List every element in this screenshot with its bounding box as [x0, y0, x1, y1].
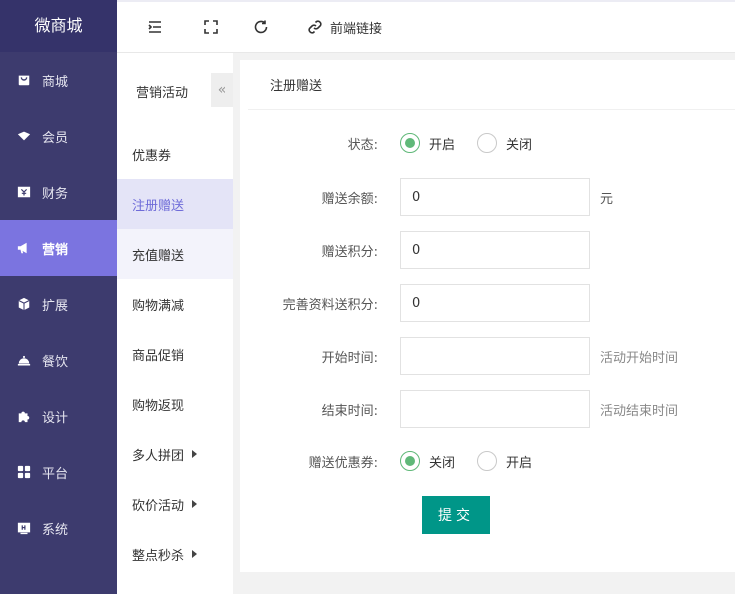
subnav-item-label: 整点秒杀 [132, 548, 185, 564]
status-row: 状态: 开启 关闭 [240, 133, 554, 153]
indent-icon [148, 21, 161, 33]
radio-label: 关闭 [506, 137, 533, 153]
sidebar-item-platform[interactable]: 平台 [0, 444, 117, 500]
radio-label: 关闭 [429, 455, 456, 471]
menu-toggle-button[interactable] [117, 1, 193, 53]
fullscreen-button[interactable] [193, 1, 229, 53]
system-icon [17, 521, 31, 535]
subnav-item-coupon[interactable]: 优惠券 [117, 129, 233, 179]
caret-right-icon [192, 450, 198, 458]
sidebar-item-label: 餐饮 [42, 354, 69, 370]
caret-right-icon [192, 500, 198, 508]
top-toolbar: 前端链接 [117, 0, 735, 53]
points-input[interactable]: 0 [400, 231, 590, 269]
radio-unchecked-icon [477, 133, 498, 153]
panel-title: 注册赠送 [248, 60, 735, 110]
subnav-item-product-promotion[interactable]: 商品促销 [117, 329, 233, 379]
grid-icon [17, 465, 31, 479]
submit-button[interactable]: 提交 [422, 496, 490, 534]
secondary-sidebar: 营销活动 « 优惠券 注册赠送 充值赠送 购物满减 商品促销 购物返现 多人拼团… [117, 53, 233, 594]
start-time-hint: 活动开始时间 [600, 350, 679, 366]
shop-icon [17, 73, 31, 87]
subnav-header: 营销活动 « [117, 53, 233, 129]
end-time-hint: 活动结束时间 [600, 403, 679, 419]
coupon-option-on[interactable]: 开启 [477, 451, 532, 471]
profile-points-input[interactable]: 0 [400, 284, 590, 322]
fullscreen-icon [204, 20, 218, 34]
sidebar-item-dining[interactable]: 餐饮 [0, 332, 117, 388]
sidebar-item-extension[interactable]: 扩展 [0, 276, 117, 332]
form-panel: 注册赠送 状态: 开启 关闭 赠送余额: 0 元 赠送积分: 0 完善资料送积分… [240, 60, 735, 572]
start-time-input[interactable] [400, 337, 590, 375]
balance-row: 赠送余额: 0 元 [240, 178, 613, 216]
sidebar-item-design[interactable]: 设计 [0, 388, 117, 444]
subnav-item-flash-sale[interactable]: 整点秒杀 [117, 529, 233, 579]
radio-checked-icon [400, 451, 420, 471]
subnav-item-register-gift[interactable]: 注册赠送 [117, 179, 233, 229]
sidebar-item-label: 商城 [42, 74, 69, 90]
finance-icon [17, 185, 31, 199]
app-logo[interactable]: 微商城 [0, 0, 117, 52]
subnav-item-group-buy[interactable]: 多人拼团 [117, 429, 233, 479]
subnav-item-cashback[interactable]: 购物返现 [117, 379, 233, 429]
end-time-input[interactable] [400, 390, 590, 428]
caret-right-icon [192, 550, 198, 558]
sidebar-item-label: 营销 [42, 242, 69, 258]
sidebar-item-shop[interactable]: 商城 [0, 52, 117, 108]
refresh-icon [254, 20, 268, 34]
coupon-label: 赠送优惠券: [308, 455, 378, 471]
refresh-button[interactable] [229, 1, 293, 53]
balance-label: 赠送余额: [321, 191, 378, 207]
subnav-item-label: 砍价活动 [132, 498, 185, 514]
points-row: 赠送积分: 0 [240, 231, 590, 269]
radio-label: 开启 [506, 455, 533, 471]
sidebar-item-label: 系统 [42, 522, 69, 538]
subnav-item-recharge-gift[interactable]: 充值赠送 [117, 229, 233, 279]
end-time-row: 结束时间: 活动结束时间 [240, 390, 678, 428]
subnav-item-label: 多人拼团 [132, 448, 185, 464]
frontend-link-button[interactable]: 前端链接 [307, 1, 382, 53]
profile-points-row: 完善资料送积分: 0 [240, 284, 590, 322]
main-sidebar: 微商城 商城 会员 财务 营销 扩展 餐饮 设计 平台 系统 [0, 0, 117, 594]
start-time-row: 开始时间: 活动开始时间 [240, 337, 678, 375]
status-option-off[interactable]: 关闭 [477, 133, 532, 153]
sidebar-item-label: 平台 [42, 466, 69, 482]
frontend-link-label: 前端链接 [330, 21, 383, 37]
profile-points-label: 完善资料送积分: [282, 297, 378, 313]
member-icon [17, 129, 31, 143]
sidebar-item-marketing[interactable]: 营销 [0, 220, 117, 276]
radio-checked-icon [400, 133, 420, 153]
subnav-item-bargain[interactable]: 砍价活动 [117, 479, 233, 529]
cube-icon [17, 297, 31, 311]
coupon-option-off[interactable]: 关闭 [400, 451, 455, 471]
subnav-item-purchase-discount[interactable]: 购物满减 [117, 279, 233, 329]
link-icon [308, 20, 322, 34]
status-option-on[interactable]: 开启 [400, 133, 455, 153]
sidebar-item-member[interactable]: 会员 [0, 108, 117, 164]
puzzle-icon [17, 409, 31, 423]
dining-icon [17, 353, 31, 367]
start-time-label: 开始时间: [321, 350, 378, 366]
balance-unit: 元 [600, 191, 614, 207]
sidebar-item-system[interactable]: 系统 [0, 500, 117, 556]
sidebar-item-finance[interactable]: 财务 [0, 164, 117, 220]
status-label: 状态: [347, 137, 378, 153]
sidebar-item-label: 财务 [42, 186, 69, 202]
submit-row: 提交 [422, 496, 490, 534]
radio-unchecked-icon [477, 451, 498, 471]
sidebar-item-label: 扩展 [42, 298, 69, 314]
balance-input[interactable]: 0 [400, 178, 590, 216]
points-label: 赠送积分: [321, 244, 378, 260]
collapse-button[interactable]: « [211, 73, 233, 107]
sidebar-item-label: 会员 [42, 130, 69, 146]
megaphone-icon [17, 241, 31, 255]
subnav-title: 营销活动 [136, 85, 189, 101]
radio-label: 开启 [429, 137, 456, 153]
sidebar-item-label: 设计 [42, 410, 69, 426]
end-time-label: 结束时间: [321, 403, 378, 419]
coupon-row: 赠送优惠券: 关闭 开启 [240, 451, 554, 471]
